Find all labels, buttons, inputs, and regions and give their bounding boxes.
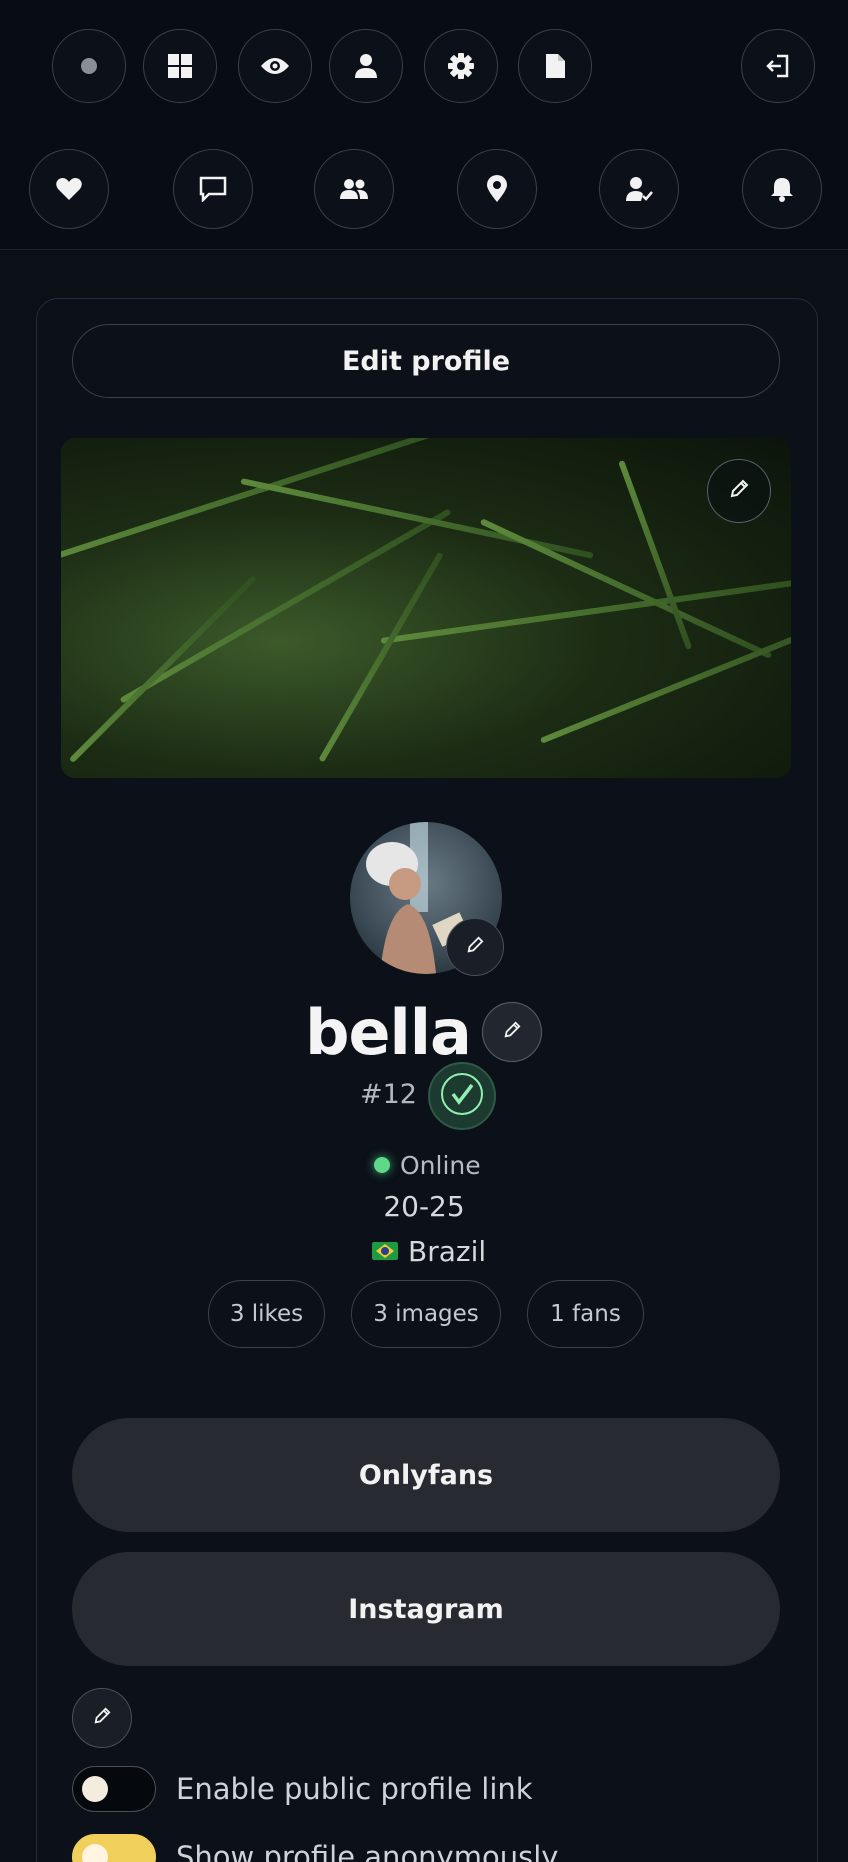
online-status-label: Online [400,1150,481,1180]
document-icon [544,53,566,79]
toggle-knob [82,1844,108,1862]
verified-badge [428,1062,496,1130]
notifications-button[interactable] [742,149,822,229]
likes-button[interactable] [29,149,109,229]
messages-button[interactable] [173,149,253,229]
anonymous-toggle[interactable] [72,1834,156,1862]
pencil-icon [93,1707,111,1729]
settings-button[interactable] [424,29,498,103]
country: Brazil [372,1232,486,1270]
age-range: 20-25 [383,1190,465,1223]
logout-icon [765,53,791,79]
user-check-icon [625,176,653,202]
heart-icon [56,177,82,201]
top-navigation [0,0,848,250]
status-dot-icon [81,58,97,74]
status-button[interactable] [52,29,126,103]
onlyfans-link-button[interactable]: Onlyfans [72,1418,780,1532]
dashboard-button[interactable] [143,29,217,103]
checkmark-icon [439,1071,485,1121]
pencil-icon [503,1021,521,1043]
public-link-toggle[interactable] [72,1766,156,1812]
verification-button[interactable] [599,149,679,229]
pencil-icon [729,479,749,503]
user-icon [354,53,378,79]
pencil-icon [466,936,484,958]
brazil-flag-icon [372,1242,398,1260]
documents-button[interactable] [518,29,592,103]
dashboard-grid-icon [167,53,193,79]
likes-stat: 3 likes [208,1280,325,1348]
toggle-knob [82,1776,108,1802]
fans-stat: 1 fans [527,1280,644,1348]
instagram-link-button[interactable]: Instagram [72,1552,780,1666]
online-dot-icon [374,1157,390,1173]
gear-icon [447,52,475,80]
location-pin-icon [486,175,508,203]
chat-icon [199,176,227,202]
logout-button[interactable] [741,29,815,103]
bell-icon [770,176,794,202]
edit-cover-button[interactable] [707,459,771,523]
edit-profile-button[interactable]: Edit profile [72,324,780,398]
edit-links-button[interactable] [72,1688,132,1748]
edit-name-button[interactable] [482,1002,542,1062]
friends-button[interactable] [314,149,394,229]
profile-name: bella [305,995,472,1069]
images-stat: 3 images [351,1280,501,1348]
users-icon [339,178,369,200]
edit-avatar-button[interactable] [446,918,504,976]
country-label: Brazil [408,1234,487,1268]
anonymous-toggle-label: Show profile anonymously [176,1840,559,1862]
visitors-button[interactable] [238,29,312,103]
profile-button[interactable] [329,29,403,103]
online-status: Online [374,1148,481,1182]
eye-icon [260,56,290,76]
profile-id: #12 [360,1078,417,1110]
nearby-button[interactable] [457,149,537,229]
cover-image [61,438,791,778]
public-link-toggle-label: Enable public profile link [176,1772,533,1806]
